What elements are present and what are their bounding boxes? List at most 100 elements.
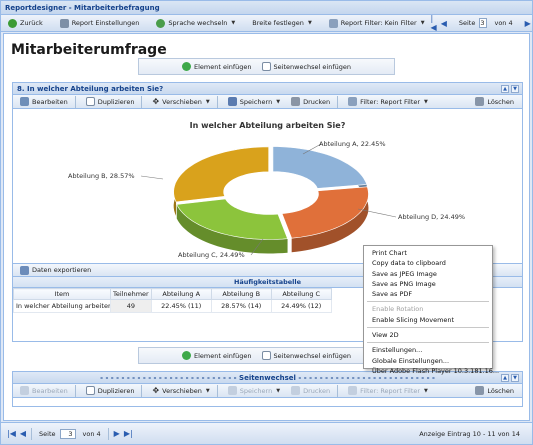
save-icon: [227, 386, 237, 395]
context-menu-item[interactable]: Globale Einstellungen...: [364, 356, 492, 366]
width-button[interactable]: Breite festlegen ▼: [248, 16, 316, 30]
prev-page-icon[interactable]: ◀: [441, 19, 447, 28]
table-header-cell[interactable]: Abteilung B: [210, 288, 272, 300]
page-number-input[interactable]: 3: [479, 18, 488, 28]
table-cell: In welcher Abteilung arbeiten Si...: [13, 299, 111, 313]
context-menu-item[interactable]: Über Adobe Flash Player 10.3.181.16...: [364, 366, 499, 376]
delete-button[interactable]: Löschen: [471, 384, 518, 398]
next-page-icon[interactable]: ▶: [114, 429, 120, 438]
insert-element-button[interactable]: Element einfügen: [181, 351, 252, 360]
context-menu-item[interactable]: Print Chart: [364, 248, 492, 258]
table-header-cell[interactable]: Teilnehmer: [110, 288, 152, 300]
label-leader-line: [140, 175, 164, 180]
print-button[interactable]: Drucken: [287, 384, 334, 398]
language-button[interactable]: Sprache wechseln ▼: [152, 16, 239, 30]
insert-pagebreak-button[interactable]: Seitenwechsel einfügen: [261, 62, 351, 71]
menu-separator: [367, 342, 489, 344]
context-menu-item[interactable]: Einstellungen...: [364, 345, 492, 355]
toolbar-separator: [141, 95, 143, 108]
context-menu-item[interactable]: View 2D: [364, 330, 492, 340]
edit-button[interactable]: Bearbeiten: [16, 95, 72, 109]
chart-area[interactable]: In welcher Abteilung arbeiten Sie? Abtei…: [13, 109, 522, 264]
chart-context-menu: Print Chart Copy data to clipboard Save as…: [363, 245, 499, 375]
move-label: Verschieben: [162, 386, 202, 395]
back-label: Zurück: [20, 19, 43, 27]
page-of-label: von 4: [82, 429, 101, 438]
context-menu-item[interactable]: Save as JPEG Image: [364, 269, 492, 279]
table-header-cell[interactable]: Item: [13, 288, 111, 300]
context-menu-item[interactable]: Copy data to clipboard: [364, 258, 492, 268]
toolbar-separator: [141, 384, 143, 397]
trash-icon: [475, 386, 485, 395]
insert-element-label: Element einfügen: [193, 62, 252, 71]
report-settings-label: Report Einstellungen: [71, 19, 140, 27]
page-number-input[interactable]: 3: [59, 428, 76, 439]
toolbar-separator: [74, 384, 76, 397]
section-header: 8. In welcher Abteilung arbeiten Sie? ▲ …: [13, 83, 522, 95]
donut-chart[interactable]: [13, 109, 522, 264]
width-label: Breite festlegen: [252, 19, 304, 27]
insert-pagebreak-label: Seitenwechsel einfügen: [273, 62, 351, 71]
globe-icon: [156, 18, 166, 28]
filter-button[interactable]: Filter: Report Filter ▼: [344, 384, 432, 398]
report-filter-button[interactable]: Report Filter: Kein Filter ▼: [325, 16, 429, 30]
filter-button[interactable]: Filter: Report Filter ▼: [344, 95, 432, 109]
collapse-down-icon[interactable]: ▼: [511, 374, 519, 382]
next-page-icon[interactable]: ▶: [525, 19, 531, 28]
insert-element-button[interactable]: Element einfügen: [181, 62, 252, 71]
table-header-row: Item Teilnehmer Abteilung A Abteilung B Abte…: [13, 288, 332, 300]
insert-pagebreak-button[interactable]: Seitenwechsel einfügen: [261, 351, 351, 360]
page-of-label: von 4: [494, 19, 513, 27]
collapse-up-icon[interactable]: ▲: [501, 374, 509, 382]
insert-bar-top: Element einfügen Seitenwechsel einfügen: [138, 58, 395, 75]
slice-label-a: Abteilung A, 22.45%: [319, 140, 386, 148]
export-data-button[interactable]: Daten exportieren: [16, 263, 95, 277]
frequency-table: Item Teilnehmer Abteilung A Abteilung B Abte…: [13, 288, 332, 313]
edit-icon: [20, 97, 29, 106]
copy-icon: [85, 386, 95, 395]
save-label: Speichern: [239, 386, 273, 395]
page-label: Seite: [458, 19, 476, 27]
last-page-icon[interactable]: ▶|: [124, 429, 133, 438]
table-header-cell[interactable]: Abteilung C: [270, 288, 332, 300]
chevron-down-icon: ▼: [307, 20, 312, 26]
back-button[interactable]: Zurück: [4, 16, 47, 30]
print-label: Drucken: [303, 386, 331, 395]
print-label: Drucken: [303, 97, 331, 106]
chevron-down-icon: ▼: [420, 20, 425, 26]
collapse-down-icon[interactable]: ▼: [511, 85, 519, 93]
delete-label: Löschen: [487, 97, 514, 106]
page-icon: [261, 351, 271, 360]
move-button[interactable]: ✥ Verschieben ▼: [148, 384, 213, 398]
page-icon: [261, 62, 271, 71]
table-cell: 49: [110, 299, 152, 313]
first-page-icon[interactable]: |◀: [431, 14, 437, 32]
move-button[interactable]: ✥ Verschieben ▼: [148, 95, 213, 109]
context-menu-item[interactable]: Enable Rotation: [364, 304, 492, 314]
entries-status: Anzeige Eintrag 10 - 11 von 14: [419, 429, 520, 438]
context-menu-item[interactable]: Save as PNG Image: [364, 279, 492, 289]
duplicate-button[interactable]: Duplizieren: [82, 384, 139, 398]
delete-button[interactable]: Löschen: [471, 95, 518, 109]
save-button[interactable]: Speichern ▼: [224, 95, 284, 109]
report-settings-button[interactable]: Report Einstellungen: [56, 16, 144, 30]
table-header-cell[interactable]: Abteilung A: [150, 288, 212, 300]
first-page-icon[interactable]: |◀: [7, 429, 16, 438]
table-row[interactable]: In welcher Abteilung arbeiten Si...4922.…: [13, 299, 332, 313]
prev-page-icon[interactable]: ◀: [20, 429, 26, 438]
edit-button[interactable]: Bearbeiten: [16, 384, 72, 398]
add-icon: [181, 351, 191, 360]
duplicate-button[interactable]: Duplizieren: [82, 95, 139, 109]
filter-label: Filter: Report Filter: [360, 97, 421, 106]
collapse-up-icon[interactable]: ▲: [501, 85, 509, 93]
context-menu-item[interactable]: Enable Slicing Movement: [364, 315, 492, 325]
toolbar-separator: [216, 95, 218, 108]
context-menu-item[interactable]: Save as PDF: [364, 289, 492, 299]
save-button[interactable]: Speichern ▼: [224, 384, 284, 398]
duplicate-label: Duplizieren: [97, 386, 135, 395]
print-button[interactable]: Drucken: [287, 95, 334, 109]
table-cell: 24.49% (12): [270, 299, 332, 313]
chevron-down-icon: ▼: [231, 20, 236, 26]
section-title: 8. In welcher Abteilung arbeiten Sie?: [17, 85, 164, 93]
language-label: Sprache wechseln: [168, 19, 228, 27]
